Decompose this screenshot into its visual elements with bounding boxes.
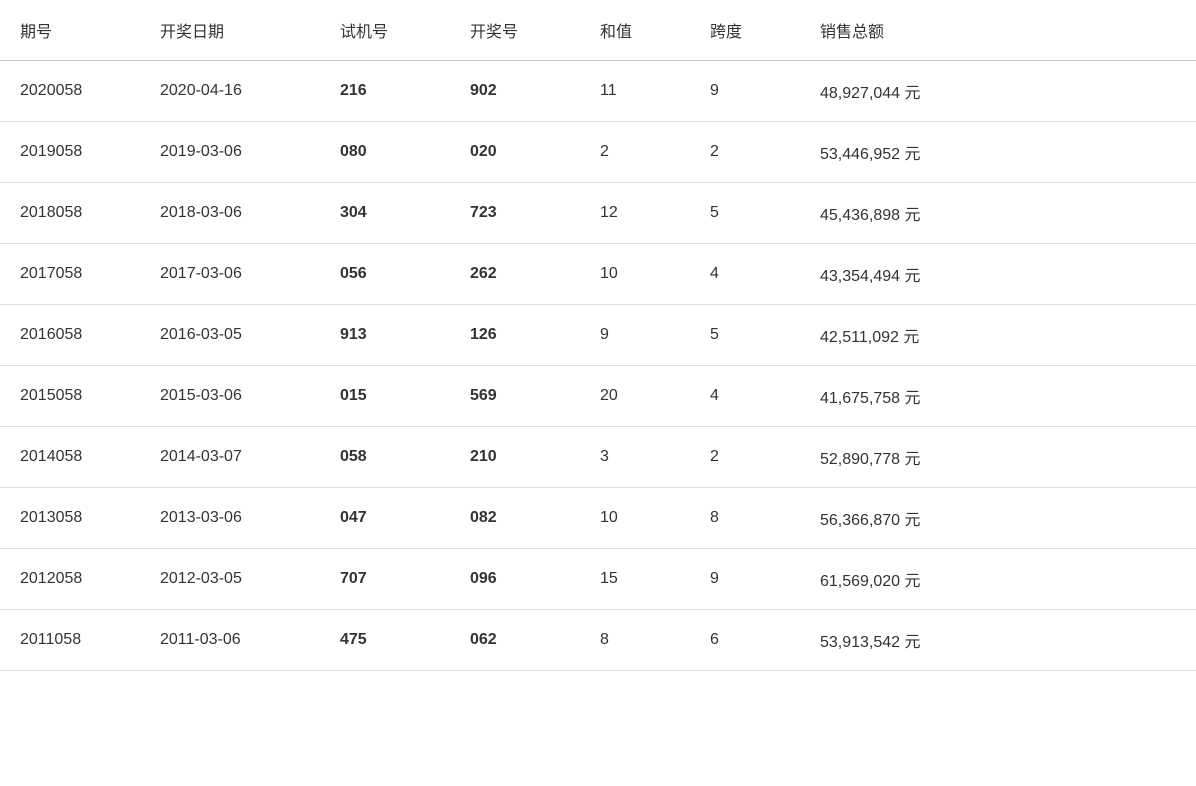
cell-kuadu: 4 — [690, 366, 800, 427]
cell-kaijia: 096 — [450, 549, 580, 610]
cell-date: 2015-03-06 — [140, 366, 320, 427]
cell-hezhi: 10 — [580, 488, 690, 549]
cell-shiji: 707 — [320, 549, 450, 610]
cell-shiji: 047 — [320, 488, 450, 549]
cell-hezhi: 11 — [580, 61, 690, 122]
cell-kaijia: 062 — [450, 610, 580, 671]
cell-kuadu: 8 — [690, 488, 800, 549]
header-hezhi: 和值 — [580, 0, 690, 61]
cell-date: 2012-03-05 — [140, 549, 320, 610]
cell-qihao: 2018058 — [0, 183, 140, 244]
cell-kuadu: 5 — [690, 183, 800, 244]
cell-date: 2018-03-06 — [140, 183, 320, 244]
cell-qihao: 2013058 — [0, 488, 140, 549]
cell-kaijia: 902 — [450, 61, 580, 122]
cell-date: 2013-03-06 — [140, 488, 320, 549]
cell-hezhi: 20 — [580, 366, 690, 427]
cell-hezhi: 3 — [580, 427, 690, 488]
header-kuadu: 跨度 — [690, 0, 800, 61]
header-shiji: 试机号 — [320, 0, 450, 61]
cell-date: 2019-03-06 — [140, 122, 320, 183]
cell-sales: 61,569,020 元 — [800, 549, 1196, 610]
cell-kuadu: 5 — [690, 305, 800, 366]
cell-sales: 53,446,952 元 — [800, 122, 1196, 183]
cell-shiji: 216 — [320, 61, 450, 122]
cell-kaijia: 126 — [450, 305, 580, 366]
cell-date: 2017-03-06 — [140, 244, 320, 305]
cell-kaijia: 210 — [450, 427, 580, 488]
cell-sales: 42,511,092 元 — [800, 305, 1196, 366]
cell-shiji: 056 — [320, 244, 450, 305]
cell-hezhi: 8 — [580, 610, 690, 671]
cell-qihao: 2014058 — [0, 427, 140, 488]
cell-kuadu: 9 — [690, 549, 800, 610]
cell-kuadu: 4 — [690, 244, 800, 305]
cell-kaijia: 723 — [450, 183, 580, 244]
cell-sales: 43,354,494 元 — [800, 244, 1196, 305]
cell-sales: 45,436,898 元 — [800, 183, 1196, 244]
header-date: 开奖日期 — [140, 0, 320, 61]
main-container: 期号 开奖日期 试机号 开奖号 和值 跨度 销售总额 20200582020-0… — [0, 0, 1196, 786]
cell-hezhi: 15 — [580, 549, 690, 610]
header-kaijia: 开奖号 — [450, 0, 580, 61]
header-qihao: 期号 — [0, 0, 140, 61]
cell-hezhi: 10 — [580, 244, 690, 305]
cell-hezhi: 9 — [580, 305, 690, 366]
cell-shiji: 304 — [320, 183, 450, 244]
cell-sales: 56,366,870 元 — [800, 488, 1196, 549]
cell-kuadu: 6 — [690, 610, 800, 671]
table-header-row: 期号 开奖日期 试机号 开奖号 和值 跨度 销售总额 — [0, 0, 1196, 61]
table-row: 20180582018-03-0630472312545,436,898 元 — [0, 183, 1196, 244]
cell-shiji: 475 — [320, 610, 450, 671]
cell-kaijia: 569 — [450, 366, 580, 427]
lottery-table: 期号 开奖日期 试机号 开奖号 和值 跨度 销售总额 20200582020-0… — [0, 0, 1196, 671]
cell-kaijia: 020 — [450, 122, 580, 183]
header-sales: 销售总额 — [800, 0, 1196, 61]
table-row: 20160582016-03-059131269542,511,092 元 — [0, 305, 1196, 366]
table-row: 20200582020-04-1621690211948,927,044 元 — [0, 61, 1196, 122]
cell-sales: 41,675,758 元 — [800, 366, 1196, 427]
cell-shiji: 913 — [320, 305, 450, 366]
cell-date: 2016-03-05 — [140, 305, 320, 366]
cell-date: 2020-04-16 — [140, 61, 320, 122]
cell-kuadu: 9 — [690, 61, 800, 122]
table-row: 20170582017-03-0605626210443,354,494 元 — [0, 244, 1196, 305]
cell-kaijia: 262 — [450, 244, 580, 305]
cell-sales: 52,890,778 元 — [800, 427, 1196, 488]
cell-sales: 48,927,044 元 — [800, 61, 1196, 122]
cell-kuadu: 2 — [690, 122, 800, 183]
cell-date: 2011-03-06 — [140, 610, 320, 671]
cell-shiji: 058 — [320, 427, 450, 488]
cell-shiji: 015 — [320, 366, 450, 427]
cell-qihao: 2017058 — [0, 244, 140, 305]
table-row: 20120582012-03-0570709615961,569,020 元 — [0, 549, 1196, 610]
table-row: 20150582015-03-0601556920441,675,758 元 — [0, 366, 1196, 427]
cell-kuadu: 2 — [690, 427, 800, 488]
cell-qihao: 2012058 — [0, 549, 140, 610]
cell-date: 2014-03-07 — [140, 427, 320, 488]
cell-qihao: 2020058 — [0, 61, 140, 122]
cell-qihao: 2016058 — [0, 305, 140, 366]
cell-hezhi: 2 — [580, 122, 690, 183]
table-row: 20130582013-03-0604708210856,366,870 元 — [0, 488, 1196, 549]
cell-shiji: 080 — [320, 122, 450, 183]
table-row: 20140582014-03-070582103252,890,778 元 — [0, 427, 1196, 488]
table-row: 20110582011-03-064750628653,913,542 元 — [0, 610, 1196, 671]
cell-sales: 53,913,542 元 — [800, 610, 1196, 671]
cell-kaijia: 082 — [450, 488, 580, 549]
cell-hezhi: 12 — [580, 183, 690, 244]
cell-qihao: 2019058 — [0, 122, 140, 183]
cell-qihao: 2011058 — [0, 610, 140, 671]
cell-qihao: 2015058 — [0, 366, 140, 427]
table-row: 20190582019-03-060800202253,446,952 元 — [0, 122, 1196, 183]
